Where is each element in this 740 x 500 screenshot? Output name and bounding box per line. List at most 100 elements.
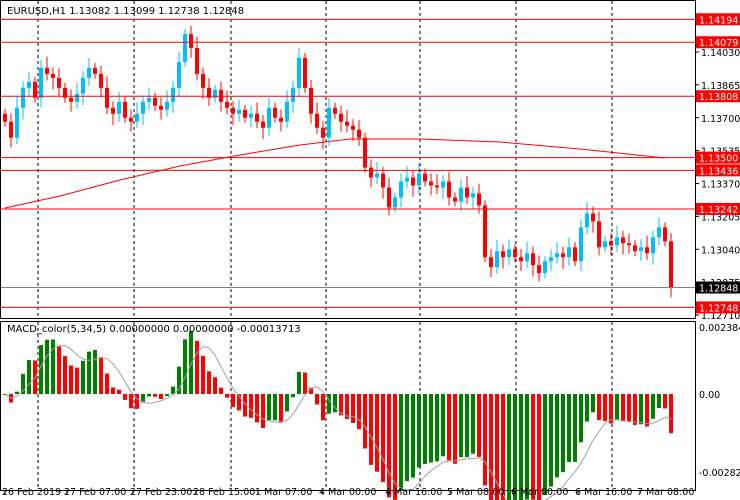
candle-body [573, 247, 577, 262]
candle-body [21, 87, 25, 108]
macd-histogram-bar [549, 394, 553, 487]
macd-signal-line [4, 344, 672, 500]
macd-histogram-bar [609, 394, 613, 424]
candle-body [183, 34, 187, 62]
candle-body [579, 227, 583, 262]
candle-body [465, 187, 469, 198]
macd-histogram-bar [99, 357, 103, 394]
candle-body [423, 173, 427, 182]
price-chart[interactable]: 1.140301.138651.137001.135351.133701.132… [0, 0, 740, 500]
macd-histogram-bar [117, 389, 121, 394]
macd-histogram-bar [597, 394, 601, 421]
macd-histogram-bar [525, 394, 529, 500]
macd-histogram-bar [273, 394, 277, 421]
macd-histogram-bar [129, 394, 133, 409]
candle-body [537, 265, 541, 274]
macd-histogram-bar [537, 394, 541, 500]
macd-histogram-bar [249, 394, 253, 418]
candle-body [663, 227, 667, 242]
candle-body [621, 237, 625, 244]
candle-body [471, 193, 475, 198]
macd-histogram-bar [315, 394, 319, 405]
candle-body [669, 241, 673, 288]
macd-histogram-bar [405, 394, 409, 482]
macd-histogram-bar [321, 394, 325, 421]
candle-body [393, 197, 397, 208]
candle-body [225, 101, 229, 108]
macd-histogram-bar [591, 394, 595, 413]
candle-body [99, 73, 103, 88]
candle-body [195, 48, 199, 74]
candle-body [615, 237, 619, 246]
macd-histogram-bar [399, 394, 403, 491]
macd-histogram-bar [429, 394, 433, 463]
macd-histogram-bar [381, 394, 385, 482]
macd-histogram-bar [501, 394, 505, 500]
candle-body [525, 253, 529, 262]
candle-body [39, 67, 43, 98]
macd-histogram-bar [15, 391, 19, 394]
candle-body [69, 97, 73, 102]
candle-body [645, 247, 649, 254]
candle-body [435, 185, 439, 188]
macd-histogram-bar [639, 394, 643, 425]
candle-body [411, 177, 415, 186]
candle-body [267, 107, 271, 128]
macd-histogram-bar [279, 394, 283, 422]
candle-body [357, 129, 361, 138]
macd-histogram-bar [189, 330, 193, 394]
macd-histogram-bar [483, 394, 487, 486]
macd-histogram-bar [447, 394, 451, 461]
candle-body [105, 87, 109, 108]
macd-histogram-bar [579, 394, 583, 443]
candle-body [519, 257, 523, 262]
candle-body [489, 257, 493, 268]
candle-body [369, 167, 373, 178]
macd-histogram-bar [417, 394, 421, 468]
candle-body [339, 113, 343, 122]
macd-histogram-bar [363, 394, 367, 449]
macd-histogram-bar [303, 372, 307, 394]
candle-body [93, 67, 97, 74]
price-pane-frame [0, 0, 696, 319]
candle-body [165, 101, 169, 110]
candle-body [279, 117, 283, 122]
candle-body [123, 101, 127, 118]
candle-body [51, 73, 55, 78]
candle-body [291, 87, 295, 102]
macd-histogram-bar [153, 394, 157, 397]
macd-histogram-bar [567, 394, 571, 463]
macd-histogram-bar [201, 355, 205, 394]
macd-histogram-bar [159, 394, 163, 399]
x-tick-label: 6 Mar 16:00 [575, 487, 632, 498]
macd-histogram-bar [87, 351, 91, 394]
macd-histogram-bar [27, 359, 31, 394]
macd-histogram-bar [297, 371, 301, 394]
candle-body [135, 113, 139, 122]
candle-body [657, 227, 661, 238]
macd-histogram-bar [261, 394, 265, 429]
macd-histogram-bar [231, 394, 235, 407]
candle-body [117, 101, 121, 114]
macd-histogram-bar [555, 394, 559, 478]
macd-histogram-bar [489, 394, 493, 500]
candle-body [453, 197, 457, 202]
macd-histogram-bar [69, 365, 73, 394]
candle-body [603, 241, 607, 248]
macd-histogram-bar [435, 394, 439, 462]
macd-histogram-bar [375, 394, 379, 472]
candle-body [309, 87, 313, 114]
macd-histogram-bar [45, 339, 49, 394]
candle-body [405, 177, 409, 182]
candle-body [255, 113, 259, 122]
macd-histogram-bar [669, 394, 673, 434]
macd-histogram-bar [621, 394, 625, 421]
chart-window[interactable]: 1.140301.138651.137001.135351.133701.132… [0, 0, 740, 500]
candle-body [9, 121, 13, 138]
macd-histogram-bar [63, 356, 67, 394]
level-price-label: 1.14079 [699, 38, 738, 49]
candle-body [189, 34, 193, 49]
macd-histogram-bar [471, 394, 475, 454]
macd-histogram-bar [453, 394, 457, 464]
candle-body [261, 121, 265, 128]
